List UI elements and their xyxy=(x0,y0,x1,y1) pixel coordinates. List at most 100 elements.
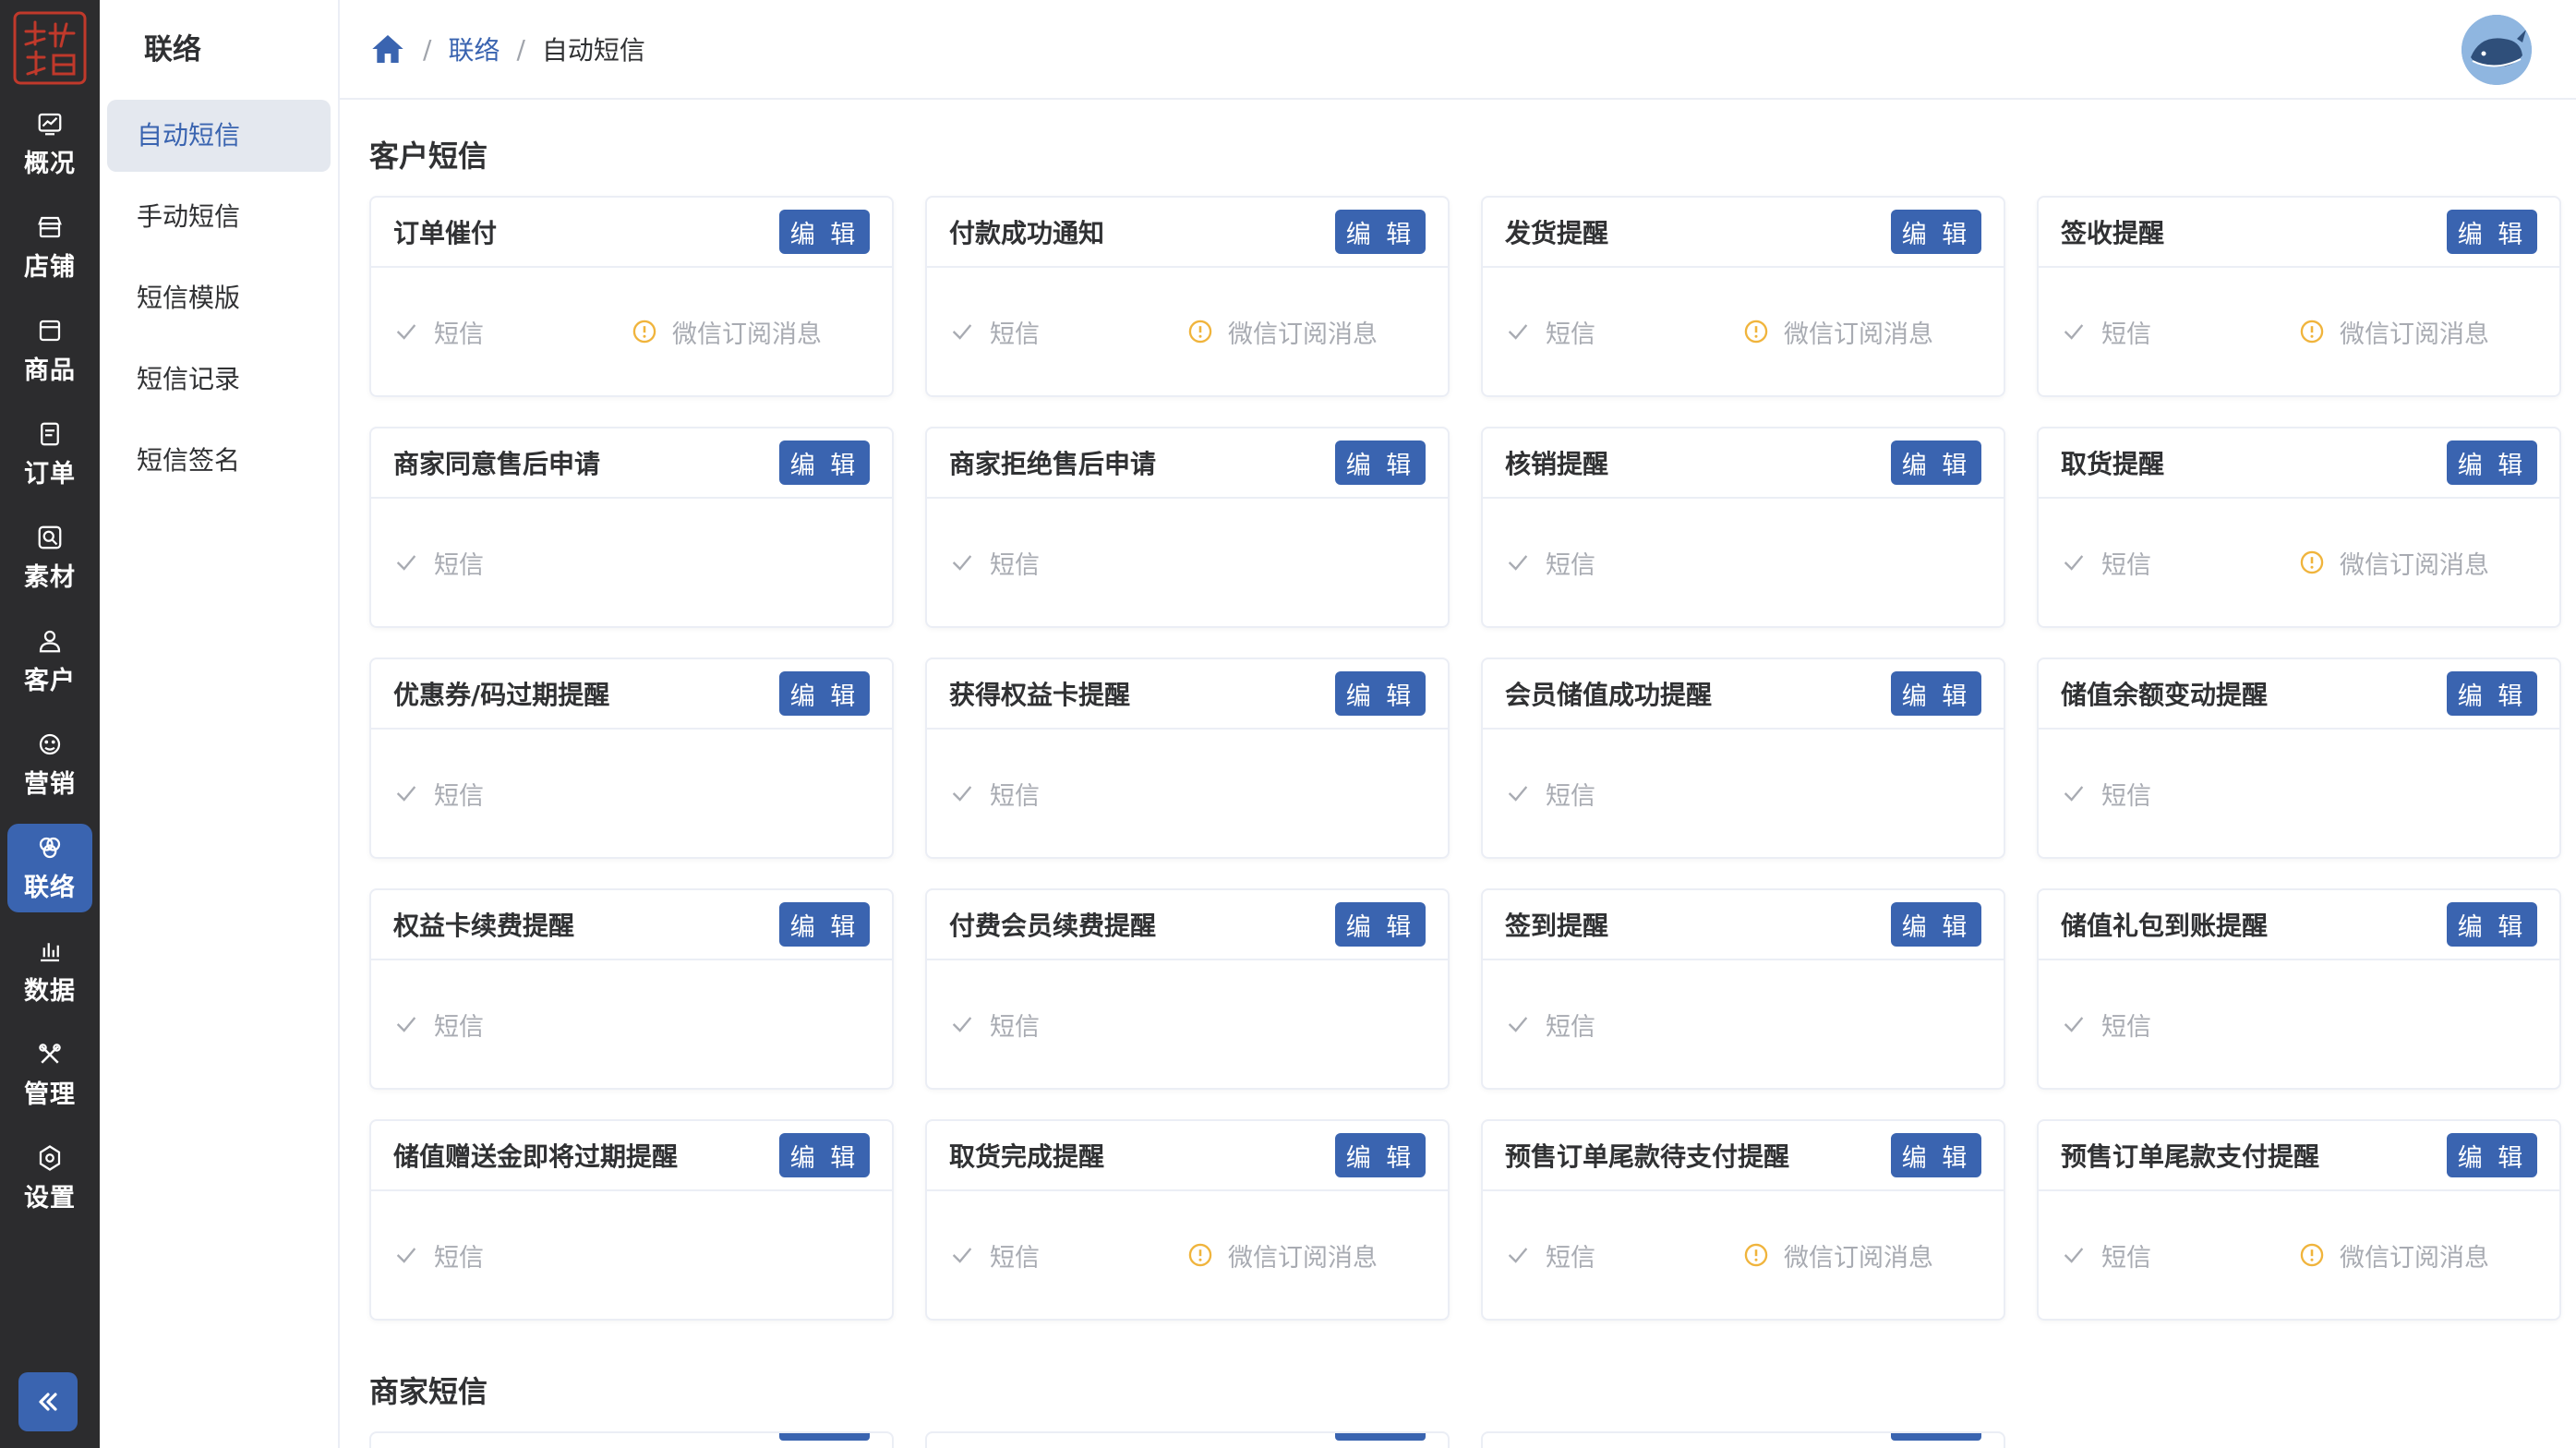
rail-item-goods-box[interactable]: 商品 xyxy=(7,307,92,395)
rail-item-marketing[interactable]: 营销 xyxy=(7,720,92,809)
subnav-item[interactable]: 短信签名 xyxy=(107,425,331,497)
sms-channel: 短信 xyxy=(2061,776,2299,812)
warning-circle-icon xyxy=(2300,1243,2324,1267)
edit-button[interactable]: 编 辑 xyxy=(779,671,870,716)
subnav-item[interactable]: 手动短信 xyxy=(107,181,331,253)
edit-button[interactable]: 编 辑 xyxy=(1891,902,1981,947)
sms-channel-label: 短信 xyxy=(2101,781,2151,811)
card-title: 签到提醒 xyxy=(1505,911,1609,941)
avatar[interactable] xyxy=(2462,15,2532,85)
edit-button[interactable]: 编 辑 xyxy=(2447,210,2537,254)
rail-item-data-bars[interactable]: 数据 xyxy=(7,927,92,1016)
card-title: 签收提醒 xyxy=(2061,218,2165,248)
rail-item-tools[interactable]: 管理 xyxy=(7,1031,92,1119)
card-header: 签收提醒 编 辑 xyxy=(2039,198,2559,268)
edit-button[interactable]: 编 辑 xyxy=(779,210,870,254)
merchant-sms-grid xyxy=(369,1431,2576,1448)
brand-logo[interactable] xyxy=(13,11,87,85)
wechat-channel-label: 微信订阅消息 xyxy=(2340,320,2489,349)
edit-button[interactable]: 编 辑 xyxy=(2447,440,2537,485)
sms-channel: 短信 xyxy=(1505,776,1743,812)
edit-button[interactable]: 编 辑 xyxy=(1891,1133,1981,1177)
rail-item-label: 管理 xyxy=(24,1080,76,1109)
card-body: 短信 xyxy=(927,499,1448,626)
edit-button[interactable]: 编 辑 xyxy=(779,440,870,485)
check-icon xyxy=(1508,1017,1528,1032)
check-icon xyxy=(2064,324,2084,340)
edit-button[interactable]: 编 辑 xyxy=(779,1133,870,1177)
collapse-sidebar-button[interactable] xyxy=(18,1372,78,1431)
edit-button[interactable] xyxy=(1891,1433,1981,1441)
edit-button[interactable]: 编 辑 xyxy=(1335,902,1426,947)
card-title: 付款成功通知 xyxy=(949,218,1105,248)
edit-button[interactable]: 编 辑 xyxy=(1335,1133,1426,1177)
card-title: 核销提醒 xyxy=(1505,449,1609,479)
card-title: 预售订单尾款待支付提醒 xyxy=(1505,1141,1790,1172)
edit-button[interactable] xyxy=(1335,1433,1426,1441)
card-title: 取货完成提醒 xyxy=(949,1141,1105,1172)
edit-button[interactable]: 编 辑 xyxy=(779,902,870,947)
rail-item-overview-chart[interactable]: 概况 xyxy=(7,100,92,188)
warning-circle-icon xyxy=(2300,550,2324,574)
wechat-channel-label: 微信订阅消息 xyxy=(2340,1243,2489,1273)
sms-card: 储值赠送金即将过期提醒 编 辑短信 xyxy=(369,1119,894,1321)
card-header: 储值赠送金即将过期提醒 编 辑 xyxy=(371,1121,892,1191)
rail-item-media[interactable]: 素材 xyxy=(7,513,92,602)
wechat-channel: 微信订阅消息 xyxy=(1743,1237,1933,1273)
edit-button[interactable]: 编 辑 xyxy=(1891,440,1981,485)
card-body: 短信 xyxy=(2039,730,2559,857)
sms-card: 储值礼包到账提醒 编 辑短信 xyxy=(2037,888,2561,1090)
card-body: 短信 微信订阅消息 xyxy=(371,268,892,395)
card-body: 短信 xyxy=(371,730,892,857)
home-icon[interactable] xyxy=(369,30,406,67)
card-title: 发货提醒 xyxy=(1505,218,1609,248)
edit-button[interactable]: 编 辑 xyxy=(1891,210,1981,254)
card-body: 短信 微信订阅消息 xyxy=(1483,1191,2004,1319)
goods-box-icon xyxy=(39,320,61,341)
check-icon xyxy=(396,555,416,571)
check-icon xyxy=(1508,555,1528,571)
sms-channel-label: 短信 xyxy=(990,781,1040,811)
sms-channel: 短信 xyxy=(2061,314,2299,350)
edit-button[interactable]: 编 辑 xyxy=(1335,210,1426,254)
edit-button[interactable]: 编 辑 xyxy=(1335,440,1426,485)
sms-channel-label: 短信 xyxy=(434,1012,484,1042)
wechat-channel-label: 微信订阅消息 xyxy=(1228,320,1378,349)
rail-item-store[interactable]: 店铺 xyxy=(7,203,92,292)
rail-item-contact-rings[interactable]: 联络 xyxy=(7,824,92,912)
edit-button[interactable]: 编 辑 xyxy=(1335,671,1426,716)
wechat-channel: 微信订阅消息 xyxy=(2299,1237,2489,1273)
card-title: 储值礼包到账提醒 xyxy=(2061,911,2269,941)
sms-channel-label: 短信 xyxy=(990,320,1040,349)
sms-card xyxy=(369,1431,894,1448)
card-body: 短信 xyxy=(371,960,892,1088)
card-header: 发货提醒 编 辑 xyxy=(1483,198,2004,268)
edit-button[interactable]: 编 辑 xyxy=(2447,671,2537,716)
card-title: 付费会员续费提醒 xyxy=(949,911,1157,941)
card-header: 取货完成提醒 编 辑 xyxy=(927,1121,1448,1191)
edit-button[interactable] xyxy=(779,1433,870,1441)
rail-item-order-doc[interactable]: 订单 xyxy=(7,410,92,499)
media-icon xyxy=(38,525,62,549)
edit-button[interactable]: 编 辑 xyxy=(2447,1133,2537,1177)
sms-channel: 短信 xyxy=(393,1237,632,1273)
rail-item-settings-gear[interactable]: 设置 xyxy=(7,1134,92,1223)
sms-card: 优惠券/码过期提醒 编 辑短信 xyxy=(369,658,894,859)
card-title: 商家同意售后申请 xyxy=(393,449,601,479)
subnav-item[interactable]: 短信模版 xyxy=(107,262,331,334)
edit-button[interactable]: 编 辑 xyxy=(2447,902,2537,947)
sms-card: 预售订单尾款支付提醒 编 辑短信 微信订阅消息 xyxy=(2037,1119,2561,1321)
card-header: 付款成功通知 编 辑 xyxy=(927,198,1448,268)
subnav-item[interactable]: 自动短信 xyxy=(107,100,331,172)
card-header: 储值余额变动提醒 编 辑 xyxy=(2039,659,2559,730)
sms-channel-label: 短信 xyxy=(2101,550,2151,580)
subnav-item[interactable]: 短信记录 xyxy=(107,344,331,416)
edit-button[interactable]: 编 辑 xyxy=(1891,671,1981,716)
breadcrumb-link-contact[interactable]: 联络 xyxy=(448,30,500,67)
rail-item-label: 商品 xyxy=(24,356,76,385)
check-icon xyxy=(1508,786,1528,802)
rail-item-user[interactable]: 客户 xyxy=(7,617,92,706)
card-title: 会员储值成功提醒 xyxy=(1505,680,1713,710)
sms-channel-label: 短信 xyxy=(1546,1012,1595,1042)
card-body: 短信 xyxy=(1483,499,2004,626)
